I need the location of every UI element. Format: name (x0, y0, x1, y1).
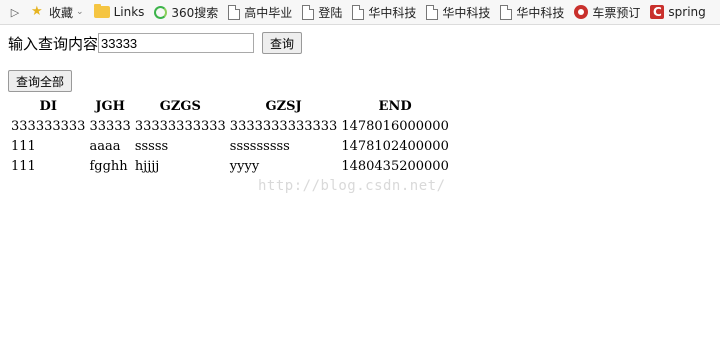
table-cell: 33333 (89, 118, 131, 134)
bookmark-spring[interactable]: C spring (645, 0, 710, 24)
bookmark-huazhong-1[interactable]: 华中科技 (347, 0, 421, 24)
bookmark-label: 360搜索 (171, 5, 219, 20)
table-cell: 1478016000000 (341, 118, 449, 134)
table-cell: 111 (11, 158, 36, 174)
bookmark-label: Links (113, 5, 145, 19)
sidebar-toggle-icon[interactable]: ▷ (4, 0, 26, 24)
360-icon (154, 5, 168, 19)
star-icon: ★ (31, 4, 43, 19)
bookmark-label: 高中毕业 (244, 5, 293, 20)
search-label: 输入查询内容 (8, 34, 99, 53)
bookmark-label: 华中科技 (368, 5, 417, 20)
bookmark-label: spring (668, 5, 706, 19)
table-cell: aaaa (89, 138, 121, 154)
page-icon (500, 4, 513, 20)
bookmark-favorites[interactable]: ★ 收藏 ⌄ (26, 0, 89, 24)
tomato-icon (574, 5, 589, 19)
table-cell: 111 (11, 138, 36, 154)
column-header-gzgs: GZGS (159, 98, 201, 114)
column-header-di: DI (39, 98, 57, 114)
page-icon (302, 4, 315, 20)
table-cell: fgghh (89, 158, 128, 174)
watermark: http://blog.csdn.net/ (258, 178, 446, 194)
search-input[interactable] (98, 33, 255, 53)
page-icon (426, 4, 439, 20)
table-row: 111 fgghh hjjjj yyyy 1480435200000 (10, 157, 450, 175)
bookmark-label: 车票预订 (592, 5, 641, 20)
table-row: 333333333 33333 33333333333 333333333333… (10, 117, 450, 135)
table-cell: yyyy (229, 158, 260, 174)
query-all-button[interactable]: 查询全部 (8, 70, 73, 92)
table-cell: 3333333333333 (229, 118, 338, 134)
results-table: DI JGH GZGS GZSJ END 333333333 33333 333… (8, 95, 452, 177)
bookmark-train-tickets[interactable]: 车票预订 (569, 0, 645, 24)
column-header-jgh: JGH (95, 98, 125, 114)
query-button[interactable]: 查询 (262, 32, 303, 54)
bookmark-label: 华中科技 (442, 5, 491, 20)
chevron-down-icon: ⌄ (76, 7, 84, 17)
table-cell: sssss (134, 138, 169, 154)
table-cell: sssssssss (229, 138, 290, 154)
table-header-row: DI JGH GZGS GZSJ END (10, 97, 450, 115)
page-icon (228, 4, 241, 20)
search-row: 输入查询内容 查询 (8, 32, 303, 54)
bookmark-label: 华中科技 (516, 5, 565, 20)
bookmark-label: 收藏 (49, 5, 74, 20)
column-header-end: END (378, 98, 412, 114)
bookmark-gaozhong[interactable]: 高中毕业 (223, 0, 297, 24)
bookmarks-bar: ▷ ★ 收藏 ⌄ Links 360搜索 高中毕业 登陆 华中科技 华中科技 华… (0, 0, 720, 25)
bookmark-label: 登陆 (318, 5, 343, 20)
table-cell: 33333333333 (134, 118, 226, 134)
page-icon (352, 4, 365, 20)
table-cell: 1480435200000 (341, 158, 449, 174)
table-row: 111 aaaa sssss sssssssss 1478102400000 (10, 137, 450, 155)
bookmark-huazhong-2[interactable]: 华中科技 (421, 0, 495, 24)
bookmark-denglu[interactable]: 登陆 (297, 0, 347, 24)
table-cell: 1478102400000 (341, 138, 449, 154)
c-logo-icon: C (650, 5, 665, 19)
table-cell: hjjjj (134, 158, 160, 174)
bookmark-links[interactable]: Links (89, 0, 150, 24)
bookmark-360-search[interactable]: 360搜索 (149, 0, 223, 24)
column-header-gzsj: GZSJ (265, 98, 302, 114)
table-cell: 333333333 (11, 118, 86, 134)
folder-icon (93, 4, 110, 18)
bookmark-huazhong-3[interactable]: 华中科技 (495, 0, 569, 24)
